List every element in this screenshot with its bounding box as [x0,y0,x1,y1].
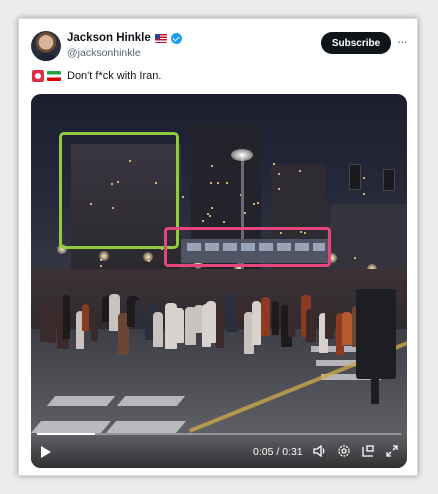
video-person [272,300,280,336]
video-window-light [273,163,276,166]
video-window-light [252,203,255,206]
video-person [63,294,71,339]
author-row: Jackson Hinkle [67,32,182,44]
tweet-text: Don't f*ck with Iran. [67,70,162,82]
video-window-light [362,192,365,195]
iran-flag-icon [47,71,61,81]
more-options-icon[interactable]: ··· [395,34,409,50]
video-progress-fill [37,433,96,435]
video-person [306,308,316,343]
video-window-light [277,187,280,190]
video-trash-bin [356,289,396,379]
video-window-light [209,181,212,184]
us-flag-icon [154,33,167,43]
video-window-light [217,182,220,185]
video-crosswalk-stripe [105,421,187,433]
video-lamp-light [231,149,253,161]
settings-icon[interactable] [337,444,351,458]
video-window-light [244,212,247,215]
video-person [252,300,262,346]
video-window-light [298,169,301,172]
video-traffic-signal [349,164,361,190]
author-name[interactable]: Jackson Hinkle [67,32,151,44]
video-person [206,301,216,344]
video-person [81,303,89,331]
video-window-light [223,221,226,224]
video-traffic-signal [383,169,395,191]
verified-badge-icon [170,32,182,44]
video-window-light [354,257,357,260]
video-window-light [201,220,204,223]
annotation-box-pink [164,227,331,267]
author-handle[interactable]: @jacksonhinkle [67,47,141,59]
tweet-card: Jackson Hinkle @jacksonhinkle Subscribe … [18,18,418,476]
video-crosswalk-stripe [116,396,186,406]
video-person [260,297,270,336]
video-person [215,307,224,349]
volume-icon[interactable] [313,444,327,458]
video-window-light [277,172,280,175]
video-progress-bar[interactable] [37,433,401,435]
video-window-light [211,206,214,209]
red-circle-emoji-icon [32,70,44,82]
video-crosswalk-stripe [46,396,116,406]
video-time: 0:05 / 0:31 [253,446,303,458]
fullscreen-icon[interactable] [385,444,399,458]
video-window-light [99,265,102,268]
video-person [288,301,296,337]
tweet-text-row: Don't f*ck with Iran. [32,70,161,82]
picture-in-picture-icon[interactable] [361,444,375,458]
video-person [90,309,99,341]
video-bin-post [371,374,379,404]
video-person [172,308,184,344]
video-window-light [225,182,228,185]
video-person [49,299,57,343]
annotation-box-green [59,132,179,249]
video-crosswalk-stripe [31,421,112,433]
video-person [135,300,143,328]
play-icon[interactable] [41,446,51,458]
avatar[interactable] [31,31,61,61]
video-window-light [211,164,214,167]
subscribe-button[interactable]: Subscribe [321,32,391,54]
video-player[interactable]: 0:05 / 0:31 [31,94,407,468]
video-window-light [362,176,365,179]
video-person [325,295,334,340]
video-window-light [181,196,184,198]
video-person [152,311,164,348]
video-person [40,305,50,342]
video-person [341,312,353,346]
video-window-light [256,202,259,205]
video-street-light [143,251,154,262]
video-window-light [207,213,210,216]
